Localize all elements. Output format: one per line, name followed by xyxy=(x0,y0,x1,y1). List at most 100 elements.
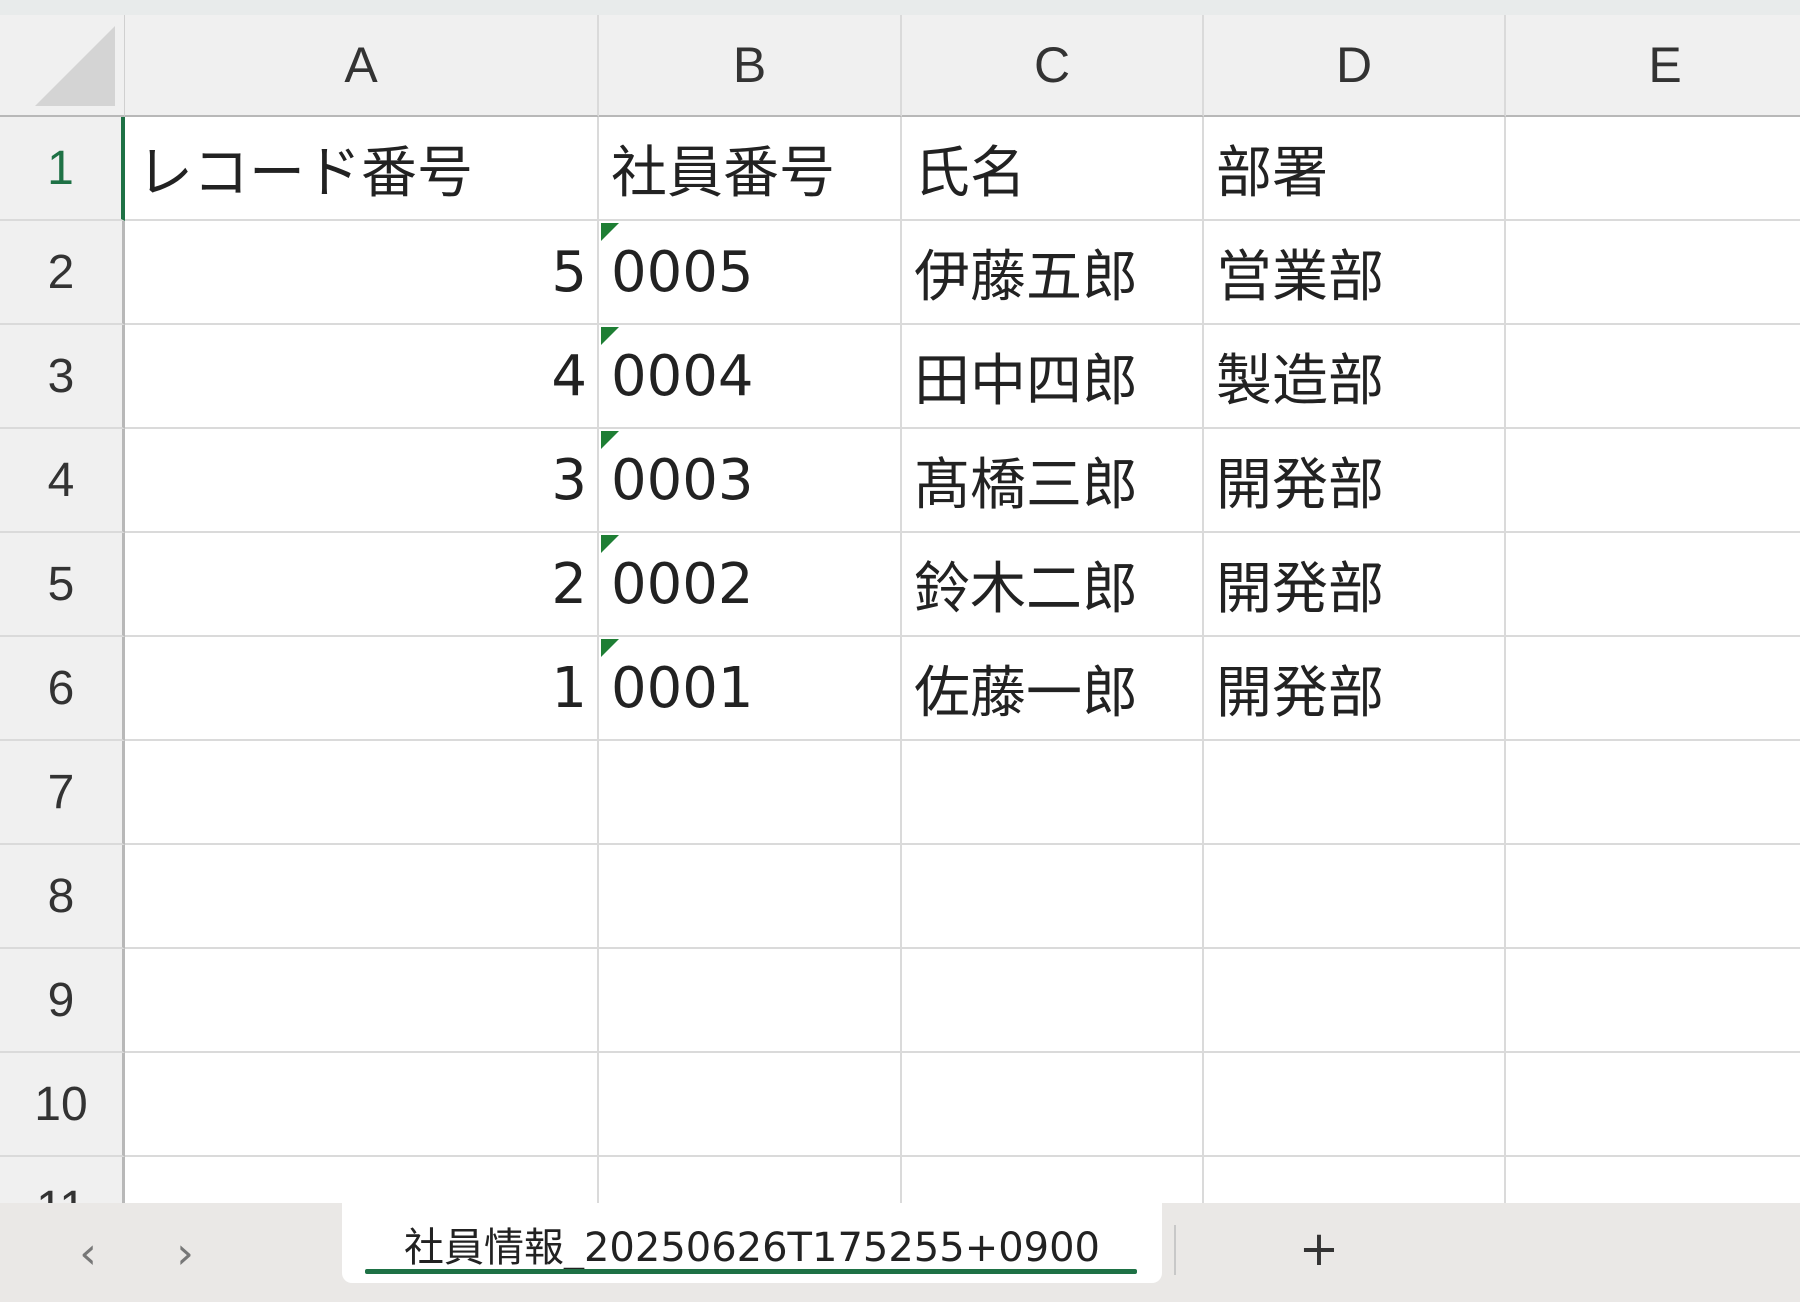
cell-e1[interactable] xyxy=(1506,117,1800,221)
cell-b8[interactable] xyxy=(599,845,902,949)
row-header-4[interactable]: 4 xyxy=(0,429,125,533)
row-header-3[interactable]: 3 xyxy=(0,325,125,429)
cell-b7[interactable] xyxy=(599,741,902,845)
number-stored-as-text-indicator-icon[interactable] xyxy=(601,535,619,553)
cell-c4[interactable]: 髙橋三郎 xyxy=(902,429,1204,533)
number-stored-as-text-indicator-icon[interactable] xyxy=(601,639,619,657)
cell-b11[interactable] xyxy=(599,1157,902,1203)
cell-b9[interactable] xyxy=(599,949,902,1053)
cell-e2[interactable] xyxy=(1506,221,1800,325)
cell-d2[interactable]: 営業部 xyxy=(1204,221,1506,325)
row-header-2[interactable]: 2 xyxy=(0,221,125,325)
cell-d10[interactable] xyxy=(1204,1053,1506,1157)
cell-e5[interactable] xyxy=(1506,533,1800,637)
cell-a1[interactable]: レコード番号 xyxy=(125,117,599,221)
select-all-triangle-icon xyxy=(35,26,115,106)
column-header-e[interactable]: E xyxy=(1506,15,1800,117)
cell-b2[interactable]: 0005 xyxy=(599,221,902,325)
cell-a8[interactable] xyxy=(125,845,599,949)
column-header-a[interactable]: A xyxy=(125,15,599,117)
cell-value: 2 xyxy=(551,551,587,617)
next-sheet-button[interactable]: › xyxy=(165,1228,205,1279)
cell-e11[interactable] xyxy=(1506,1157,1800,1203)
cell-d7[interactable] xyxy=(1204,741,1506,845)
cell-c11[interactable] xyxy=(902,1157,1204,1203)
cell-a6[interactable]: 1 xyxy=(125,637,599,741)
add-sheet-button[interactable]: + xyxy=(1295,1221,1343,1277)
cell-value: 佐藤一郎 xyxy=(914,660,1138,726)
cell-b4[interactable]: 0003 xyxy=(599,429,902,533)
cell-value: 開発部 xyxy=(1216,452,1384,518)
cell-d9[interactable] xyxy=(1204,949,1506,1053)
spreadsheet-grid[interactable]: A B C D E 1 レコード番号 社員番号 氏名 部署 2 5 0005 伊藤五郎 営業部 3 4 0004 田… xyxy=(0,15,1800,1203)
row-header-7[interactable]: 7 xyxy=(0,741,125,845)
cell-d1[interactable]: 部署 xyxy=(1204,117,1506,221)
cell-value: 1 xyxy=(551,655,587,721)
cell-c8[interactable] xyxy=(902,845,1204,949)
cell-value: 髙橋三郎 xyxy=(914,452,1138,518)
cell-e6[interactable] xyxy=(1506,637,1800,741)
cell-value: 5 xyxy=(551,239,587,305)
cell-d6[interactable]: 開発部 xyxy=(1204,637,1506,741)
cell-b1[interactable]: 社員番号 xyxy=(599,117,902,221)
cell-value: 開発部 xyxy=(1216,660,1384,726)
cell-e8[interactable] xyxy=(1506,845,1800,949)
cell-value: 部署 xyxy=(1216,140,1328,206)
cell-a7[interactable] xyxy=(125,741,599,845)
row-header-10[interactable]: 10 xyxy=(0,1053,125,1157)
cell-c7[interactable] xyxy=(902,741,1204,845)
row-header-11[interactable]: 11 xyxy=(0,1157,125,1203)
cell-d8[interactable] xyxy=(1204,845,1506,949)
row-header-5[interactable]: 5 xyxy=(0,533,125,637)
cell-value: レコード番号 xyxy=(137,140,473,206)
cell-d3[interactable]: 製造部 xyxy=(1204,325,1506,429)
row-header-1[interactable]: 1 xyxy=(0,117,125,221)
cell-c2[interactable]: 伊藤五郎 xyxy=(902,221,1204,325)
cell-value: 田中四郎 xyxy=(914,348,1138,414)
cell-b10[interactable] xyxy=(599,1053,902,1157)
cell-value: 営業部 xyxy=(1216,244,1384,310)
select-all-corner[interactable] xyxy=(0,15,125,117)
cell-c5[interactable]: 鈴木二郎 xyxy=(902,533,1204,637)
number-stored-as-text-indicator-icon[interactable] xyxy=(601,431,619,449)
cell-a11[interactable] xyxy=(125,1157,599,1203)
column-header-c[interactable]: C xyxy=(902,15,1204,117)
row-header-6[interactable]: 6 xyxy=(0,637,125,741)
cell-d11[interactable] xyxy=(1204,1157,1506,1203)
column-header-d[interactable]: D xyxy=(1204,15,1506,117)
cell-c10[interactable] xyxy=(902,1053,1204,1157)
number-stored-as-text-indicator-icon[interactable] xyxy=(601,223,619,241)
cell-e7[interactable] xyxy=(1506,741,1800,845)
cell-a4[interactable]: 3 xyxy=(125,429,599,533)
cell-a2[interactable]: 5 xyxy=(125,221,599,325)
cell-c3[interactable]: 田中四郎 xyxy=(902,325,1204,429)
cell-e10[interactable] xyxy=(1506,1053,1800,1157)
number-stored-as-text-indicator-icon[interactable] xyxy=(601,327,619,345)
cell-e4[interactable] xyxy=(1506,429,1800,533)
sheet-tab[interactable]: 社員情報_20250626T175255+0900 xyxy=(342,1203,1162,1283)
cell-e9[interactable] xyxy=(1506,949,1800,1053)
cell-a10[interactable] xyxy=(125,1053,599,1157)
cell-value: 0001 xyxy=(611,655,754,721)
prev-sheet-button[interactable]: ‹ xyxy=(68,1228,108,1279)
sheet-tab-bar: ‹ › 社員情報_20250626T175255+0900 + xyxy=(0,1203,1800,1302)
top-strip xyxy=(0,0,1800,15)
cell-c1[interactable]: 氏名 xyxy=(902,117,1204,221)
cell-b3[interactable]: 0004 xyxy=(599,325,902,429)
cell-c9[interactable] xyxy=(902,949,1204,1053)
cell-a9[interactable] xyxy=(125,949,599,1053)
cell-b6[interactable]: 0001 xyxy=(599,637,902,741)
row-header-9[interactable]: 9 xyxy=(0,949,125,1053)
cell-value: 製造部 xyxy=(1216,348,1384,414)
cell-a3[interactable]: 4 xyxy=(125,325,599,429)
cell-a5[interactable]: 2 xyxy=(125,533,599,637)
cell-b5[interactable]: 0002 xyxy=(599,533,902,637)
cell-d5[interactable]: 開発部 xyxy=(1204,533,1506,637)
active-sheet-underline xyxy=(365,1269,1137,1274)
row-header-8[interactable]: 8 xyxy=(0,845,125,949)
cell-e3[interactable] xyxy=(1506,325,1800,429)
cell-d4[interactable]: 開発部 xyxy=(1204,429,1506,533)
cell-c6[interactable]: 佐藤一郎 xyxy=(902,637,1204,741)
plus-icon: + xyxy=(1298,1221,1340,1277)
column-header-b[interactable]: B xyxy=(599,15,902,117)
